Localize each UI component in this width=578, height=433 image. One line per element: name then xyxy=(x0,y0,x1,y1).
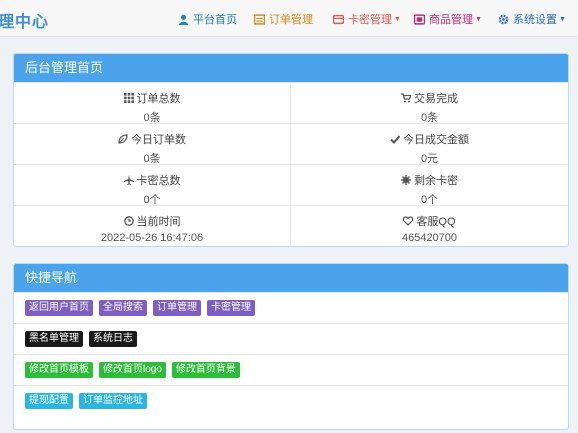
nav-system-settings-label: 系统设置 xyxy=(513,14,557,26)
stat-label: 剩余卡密 xyxy=(414,175,458,187)
plane-icon xyxy=(123,175,134,185)
dashboard-panel: 后台管理首页 订单总数 0条 交易完成 0条 今日订单数 0条 今日成交金额 0… xyxy=(13,53,569,247)
withdraw-config-button[interactable]: 提现配置 xyxy=(25,393,73,409)
leaf-icon xyxy=(118,134,128,144)
quicknav-panel: 快捷导航 返回用户首页 全局搜索 订单管理 卡密管理 黑名单管理 系统日志 修改… xyxy=(13,263,569,430)
stat-label: 客服QQ xyxy=(416,216,456,228)
asterisk-icon xyxy=(401,175,411,185)
nav-order-manage[interactable]: 订单管理 xyxy=(254,11,313,27)
chevron-down-icon: ▼ xyxy=(559,15,566,23)
nav-product-manage-label: 商品管理 xyxy=(429,14,473,26)
user-icon xyxy=(179,14,188,25)
quicknav-row: 黑名单管理 系统日志 xyxy=(14,323,568,354)
nav-platform-home-label: 平台首页 xyxy=(193,14,237,26)
stat-label: 当前时间 xyxy=(136,216,181,228)
nav-system-settings[interactable]: 系统设置 ▼ xyxy=(498,11,566,27)
nav-card-manage[interactable]: 卡密管理 ▼ xyxy=(333,11,401,27)
quicknav-row: 提现配置 订单监控地址 xyxy=(14,385,568,416)
check-icon xyxy=(390,135,400,144)
order-monitor-url-button[interactable]: 订单监控地址 xyxy=(79,393,147,409)
stat-support-qq: 客服QQ 465420700 xyxy=(291,205,568,246)
stat-label: 今日成交金额 xyxy=(403,134,469,146)
shop-icon xyxy=(414,13,425,25)
heart-icon xyxy=(403,216,414,226)
top-navbar: 理中心 平台首页 订单管理 卡密管理 ▼ 商品管理 ▼ 系统设置 ▼ xyxy=(0,0,578,37)
list-icon xyxy=(254,13,265,25)
stat-total-cards: 卡密总数 0个 xyxy=(14,164,291,206)
stat-label: 卡密总数 xyxy=(136,175,181,187)
stat-today-orders: 今日订单数 0条 xyxy=(14,123,291,165)
clock-icon xyxy=(123,216,134,226)
quicknav-title: 快捷导航 xyxy=(14,264,568,292)
stat-today-amount: 今日成交金额 0元 xyxy=(291,123,568,165)
global-search-button[interactable]: 全局搜索 xyxy=(99,300,147,316)
grid-icon xyxy=(123,93,134,103)
nav-order-manage-label: 订单管理 xyxy=(269,14,313,26)
stat-completed-trades: 交易完成 0条 xyxy=(291,82,568,124)
nav-platform-home[interactable]: 平台首页 xyxy=(178,11,237,27)
edit-home-template-button[interactable]: 修改首页模板 xyxy=(25,362,93,378)
card-icon xyxy=(333,14,344,24)
chevron-down-icon: ▼ xyxy=(394,15,401,23)
edit-home-logo-button[interactable]: 修改首页logo xyxy=(99,362,166,378)
stat-current-time: 当前时间 2022-05-26 16:47:06 xyxy=(14,205,291,246)
stat-remaining-cards: 剩余卡密 0个 xyxy=(291,164,568,206)
stat-value: 2022-05-26 16:47:06 xyxy=(100,232,204,244)
stat-label: 交易完成 xyxy=(414,93,458,105)
back-to-user-home-button[interactable]: 返回用户首页 xyxy=(25,300,93,316)
dashboard-title: 后台管理首页 xyxy=(14,54,568,82)
brand-title[interactable]: 理中心 xyxy=(0,8,49,32)
stat-label: 今日订单数 xyxy=(131,134,186,146)
edit-home-background-button[interactable]: 修改首页背景 xyxy=(171,362,240,378)
card-manage-button[interactable]: 卡密管理 xyxy=(207,300,255,316)
stat-total-orders: 订单总数 0条 xyxy=(14,82,291,124)
nav-product-manage[interactable]: 商品管理 ▼ xyxy=(414,11,482,27)
cart-icon xyxy=(401,93,411,103)
nav-card-manage-label: 卡密管理 xyxy=(348,14,392,26)
quicknav-row: 修改首页模板 修改首页logo 修改首页背景 xyxy=(14,354,568,385)
gear-icon xyxy=(498,14,509,24)
quicknav-row: 返回用户首页 全局搜索 订单管理 卡密管理 xyxy=(14,292,568,323)
system-log-button[interactable]: 系统日志 xyxy=(89,331,137,347)
order-manage-button[interactable]: 订单管理 xyxy=(153,300,201,316)
stat-value: 465420700 xyxy=(401,232,458,244)
chevron-down-icon: ▼ xyxy=(475,15,482,23)
stat-label: 订单总数 xyxy=(136,93,181,105)
blacklist-manage-button[interactable]: 黑名单管理 xyxy=(25,331,83,347)
